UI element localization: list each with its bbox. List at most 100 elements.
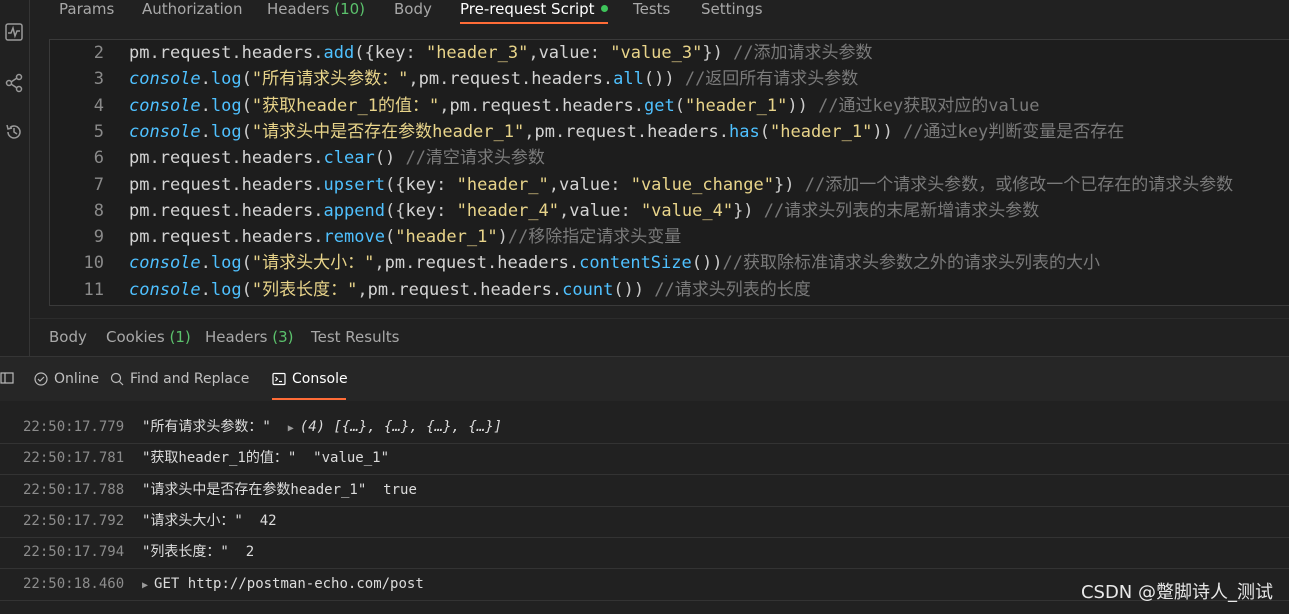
code-text: console.log("请求头中是否存在参数header_1",pm.requ… — [129, 119, 1124, 145]
code-token: . — [313, 174, 324, 195]
code-token: "header_4" — [456, 200, 560, 221]
activity-icon[interactable] — [4, 22, 24, 42]
code-token: "header_1" — [770, 121, 873, 142]
code-token: get — [644, 95, 675, 116]
code-token: pm — [129, 148, 150, 169]
code-token: //返回所有请求头参数 — [684, 69, 859, 90]
code-token: ({ — [384, 174, 406, 195]
code-token: "value_3" — [610, 43, 703, 63]
request-tabs: Params Authorization Headers (10) Body P… — [30, 0, 1289, 24]
code-token: . — [149, 43, 160, 63]
log-message: "请求头大小：" 42 — [142, 506, 277, 537]
code-token: ( — [241, 279, 252, 300]
expand-arrow-icon[interactable]: ▶ — [142, 580, 154, 591]
code-token: . — [718, 121, 730, 142]
response-tabs: Body Cookies (1) Headers (3) Test Result… — [30, 318, 1289, 357]
code-token: log — [210, 69, 242, 90]
sidebar-toggle-icon[interactable] — [0, 371, 14, 385]
line-number: 8 — [93, 200, 104, 221]
code-token: () — [374, 148, 406, 169]
code-token: headers — [241, 43, 314, 63]
code-token: . — [200, 253, 211, 274]
log-timestamp: 22:50:17.781 — [23, 450, 125, 467]
log-timestamp: 22:50:17.794 — [23, 544, 125, 561]
console-log-entry: 22:50:17.792 "请求头大小：" 42 — [0, 506, 1289, 538]
code-token: , — [524, 121, 535, 142]
code-token: request — [159, 200, 232, 221]
code-token: headers — [497, 253, 569, 274]
code-token: , — [559, 200, 570, 221]
code-token: "header_1" — [395, 227, 498, 248]
code-token: ()) — [613, 279, 655, 300]
tab-params[interactable]: Params — [59, 0, 114, 18]
tab-cookies[interactable]: Cookies (1) — [106, 328, 191, 346]
code-token: pm — [367, 279, 389, 300]
log-message: "列表长度：" 2 — [142, 537, 254, 568]
line-number: 9 — [93, 227, 104, 248]
code-token: headers — [480, 279, 552, 300]
code-token: //清空请求头参数 — [405, 148, 545, 169]
tab-pre-request-script[interactable]: Pre-request Script — [460, 0, 608, 24]
share-icon[interactable] — [4, 73, 24, 93]
code-token: . — [313, 148, 324, 169]
console-log-entry: 22:50:17.779 "所有请求头参数：" ▶ (4) [{…}, {…}, … — [0, 412, 1289, 444]
tab-authorization[interactable]: Authorization — [142, 0, 242, 18]
console-log-entry: 22:50:17.794 "列表长度：" 2 — [0, 537, 1289, 570]
code-text: pm.request.headers.upsert({key: "header_… — [129, 172, 1233, 198]
tab-response-headers[interactable]: Headers (3) — [205, 328, 293, 346]
code-token: : — [436, 200, 457, 221]
tab-tests[interactable]: Tests — [633, 0, 670, 18]
tab-response-body[interactable]: Body — [49, 328, 87, 346]
code-token: log — [210, 95, 242, 116]
history-icon[interactable] — [4, 122, 24, 142]
log-text: GET http://postman-echo.com/post — [154, 575, 424, 592]
find-and-replace-button[interactable]: Find and Replace — [110, 371, 249, 387]
code-token: . — [487, 253, 498, 274]
code-token: "header_1" — [685, 95, 788, 116]
code-token: request — [159, 148, 232, 169]
code-token: pm — [384, 253, 406, 274]
code-token: : — [610, 174, 631, 195]
log-value[interactable]: (4) [{…}, {…}, {…}, {…}] — [300, 419, 502, 435]
tab-headers[interactable]: Headers (10) — [267, 0, 365, 18]
code-token: . — [231, 148, 242, 169]
code-token: "header_" — [456, 174, 549, 195]
code-token: ({ — [384, 200, 406, 221]
online-status[interactable]: Online — [34, 371, 99, 387]
line-number: 6 — [93, 148, 104, 169]
tab-settings[interactable]: Settings — [701, 0, 763, 18]
code-token: "请求头大小：" — [251, 253, 375, 274]
log-text: "列表长度：" — [142, 544, 229, 561]
code-token: add — [323, 43, 355, 63]
console-active-underline — [272, 398, 346, 400]
code-token: log — [210, 279, 242, 300]
code-token: "请求头中是否存在参数header_1" — [251, 121, 525, 142]
code-token: pm — [129, 43, 150, 63]
code-token: ()) — [691, 253, 723, 274]
line-number: 7 — [93, 174, 104, 195]
code-token: . — [602, 69, 614, 90]
code-token: //获取除标准请求头参数之外的请求头列表的大小 — [722, 253, 1100, 274]
code-text: pm.request.headers.append({key: "header_… — [129, 198, 1039, 224]
console-button[interactable]: Console — [272, 371, 348, 387]
tab-test-results[interactable]: Test Results — [311, 328, 399, 346]
console-log-entry: 22:50:17.788 "请求头中是否存在参数header_1" true — [0, 475, 1289, 507]
code-token: . — [149, 227, 160, 248]
code-token: value — [569, 200, 621, 221]
line-number: 10 — [83, 253, 104, 274]
code-token: has — [729, 121, 760, 142]
code-text: console.log("列表长度：",pm.request.headers.c… — [129, 277, 811, 303]
code-token: key — [405, 200, 437, 221]
code-token: console — [129, 121, 201, 142]
log-message: "所有请求头参数：" ▶ (4) [{…}, {…}, {…}, {…}] — [142, 412, 502, 444]
code-token: ) — [497, 227, 508, 248]
code-text: pm.request.headers.add({key: "header_3",… — [129, 40, 873, 66]
tab-body[interactable]: Body — [394, 0, 432, 18]
expand-arrow-icon[interactable]: ▶ — [288, 423, 300, 434]
code-token: "所有请求头参数：" — [251, 69, 409, 90]
code-token: . — [313, 227, 324, 248]
log-text: "所有请求头参数：" — [142, 419, 271, 435]
script-editor[interactable]: 2 pm.request.headers.add({key: "header_3"… — [49, 39, 1289, 306]
code-token: headers — [241, 227, 314, 248]
code-token: key — [374, 43, 406, 63]
